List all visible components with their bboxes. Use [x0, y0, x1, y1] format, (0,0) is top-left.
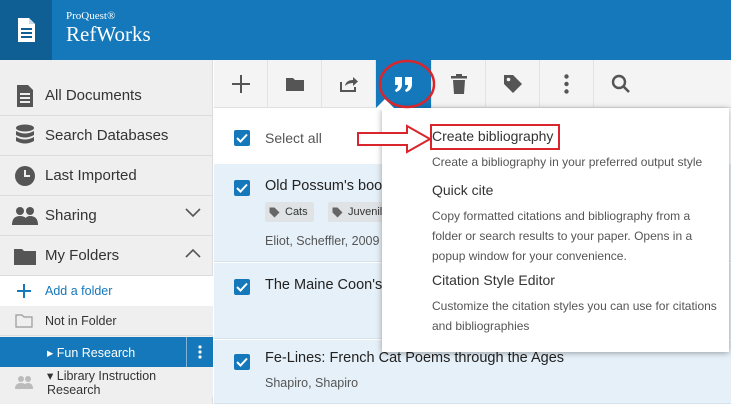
tag-icon — [503, 75, 522, 93]
sidebar: All Documents Search Databases Last Impo… — [0, 60, 213, 404]
brand-proquest: ProQuest® — [66, 10, 116, 22]
tag-small-icon — [332, 207, 343, 217]
check-icon — [236, 133, 248, 143]
tag-small-icon — [269, 207, 280, 217]
more-vertical-icon — [198, 345, 202, 359]
check-icon — [236, 183, 248, 193]
menu-item-description: Customize the citation styles you can us… — [432, 299, 717, 333]
row-checkbox[interactable] — [234, 180, 250, 196]
folder-icon — [285, 78, 304, 91]
annotation-arrow-icon — [357, 124, 433, 154]
more-icon — [564, 74, 569, 94]
menu-item-create-bibliography[interactable]: Create bibliography Create a bibliograph… — [382, 118, 729, 169]
menu-item-title: Quick cite — [432, 182, 494, 198]
clock-icon — [12, 163, 38, 189]
plus-icon — [14, 281, 34, 301]
reference-authors: Shapiro, Shapiro — [265, 376, 359, 390]
row-checkbox[interactable] — [234, 354, 250, 370]
reference-title[interactable]: The Maine Coon's — [265, 277, 382, 293]
check-icon — [236, 357, 248, 367]
tag-chip[interactable]: Cats — [265, 202, 314, 222]
chevron-up-icon[interactable] — [185, 248, 201, 258]
annotation-circle — [378, 59, 436, 109]
add-folder-button[interactable]: Add a folder — [0, 276, 213, 306]
folder-label: ▾ Library Instruction Research — [47, 368, 157, 397]
sidebar-item-label: Last Imported — [45, 167, 137, 184]
sidebar-item-sharing[interactable]: Sharing — [0, 196, 213, 236]
folder-not-in-folder[interactable]: Not in Folder — [0, 306, 213, 336]
folder-fun-research[interactable]: ▸ Fun Research — [0, 337, 213, 367]
sidebar-item-search-databases[interactable]: Search Databases — [0, 116, 213, 156]
database-icon — [12, 123, 38, 149]
menu-item-title: Citation Style Editor — [432, 272, 555, 288]
sidebar-item-label: Sharing — [45, 207, 97, 224]
document-icon — [12, 83, 38, 109]
folder-button[interactable] — [268, 60, 322, 108]
cite-dropdown-menu: Create bibliography Create a bibliograph… — [374, 99, 729, 352]
menu-item-title: Create bibliography — [432, 128, 554, 144]
add-icon — [231, 75, 250, 93]
delete-button[interactable] — [432, 60, 486, 108]
add-folder-label: Add a folder — [45, 284, 113, 298]
search-icon — [611, 74, 630, 93]
tag-label: Cats — [285, 206, 308, 218]
folder-more-button[interactable] — [186, 337, 213, 367]
folder-library-instruction-research[interactable]: ▾ Library Instruction Research — [0, 367, 213, 397]
menu-item-description: Create a bibliography in your preferred … — [432, 155, 703, 169]
shared-folder-icon — [14, 372, 34, 392]
folder-outline-icon — [14, 311, 34, 331]
sidebar-item-label: All Documents — [45, 87, 142, 104]
chevron-down-icon[interactable] — [185, 208, 201, 218]
search-button[interactable] — [594, 60, 648, 108]
tag-button[interactable] — [486, 60, 540, 108]
share-button[interactable] — [322, 60, 376, 108]
sidebar-item-label: Search Databases — [45, 127, 169, 144]
brand-name: ProQuest® RefWorks — [66, 10, 151, 46]
folder-label: Not in Folder — [45, 313, 117, 328]
document-logo-icon — [18, 18, 35, 42]
sidebar-item-my-folders[interactable]: My Folders — [0, 236, 213, 276]
reference-title[interactable]: Old Possum's boo — [265, 178, 382, 194]
folder-label: ▸ Fun Research — [47, 345, 136, 360]
menu-item-citation-style-editor[interactable]: Citation Style Editor Customize the cita… — [382, 266, 729, 346]
add-reference-button[interactable] — [214, 60, 268, 108]
select-all-label: Select all — [265, 130, 322, 146]
app-header: ProQuest® RefWorks — [0, 0, 731, 60]
row-checkbox[interactable] — [234, 279, 250, 295]
sidebar-item-last-imported[interactable]: Last Imported — [0, 156, 213, 196]
select-all-checkbox[interactable] — [234, 130, 250, 146]
toolbar — [214, 60, 731, 108]
folder-icon — [12, 243, 38, 269]
share-icon — [339, 77, 358, 92]
reference-authors: Eliot, Scheffler, 2009 — [265, 234, 380, 248]
menu-item-description: Copy formatted citations and bibliograph… — [432, 209, 693, 263]
menu-item-quick-cite[interactable]: Quick cite Copy formatted citations and … — [382, 176, 729, 266]
brand-refworks: RefWorks — [66, 22, 151, 46]
reference-title[interactable]: Fe-Lines: French Cat Poems through the A… — [265, 350, 564, 366]
check-icon — [236, 282, 248, 292]
sidebar-item-all-documents[interactable]: All Documents — [0, 76, 213, 116]
trash-icon — [450, 74, 467, 94]
sidebar-item-label: My Folders — [45, 247, 120, 264]
more-button[interactable] — [540, 60, 594, 108]
refworks-logo[interactable] — [0, 0, 52, 60]
users-icon — [12, 203, 38, 229]
